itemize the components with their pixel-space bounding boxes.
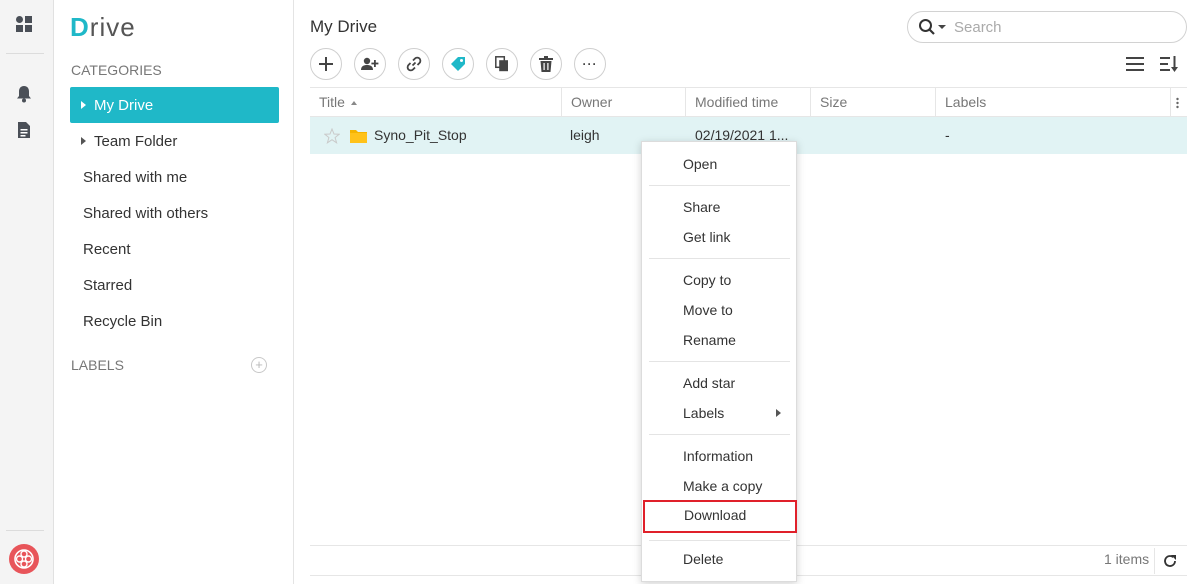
caret-right-icon — [81, 137, 86, 145]
sort-icon[interactable] — [1160, 55, 1178, 73]
menu-item-delete[interactable]: Delete — [642, 544, 796, 574]
row-owner: leigh — [570, 127, 600, 143]
sidebar-item-label: Recent — [83, 240, 131, 258]
search-input[interactable] — [954, 18, 1174, 36]
bell-icon[interactable] — [14, 84, 34, 104]
items-count: 1 items — [1104, 551, 1150, 567]
context-menu: Open Share Get link Copy to Move to Rena… — [641, 141, 797, 582]
menu-item-make-a-copy[interactable]: Make a copy — [642, 471, 796, 501]
menu-item-move-to[interactable]: Move to — [642, 295, 796, 325]
add-icon — [319, 57, 333, 71]
link-icon — [406, 56, 422, 72]
caret-right-icon — [81, 101, 86, 109]
user-avatar-icon[interactable] — [8, 543, 40, 575]
sidebar-item-my-drive[interactable]: My Drive — [70, 87, 279, 123]
menu-item-add-star[interactable]: Add star — [642, 368, 796, 398]
column-labels[interactable]: Labels — [936, 88, 1171, 117]
labels-heading: LABELS — [71, 357, 124, 373]
menu-item-rename[interactable]: Rename — [642, 325, 796, 355]
drive-logo: Drive — [70, 12, 136, 42]
more-icon[interactable]: ··· — [574, 48, 606, 80]
sidebar-item-team-folder[interactable]: Team Folder — [70, 123, 279, 159]
refresh-button[interactable] — [1154, 548, 1184, 574]
sidebar-item-label: Starred — [83, 276, 133, 294]
rail-divider-bottom — [6, 530, 44, 531]
row-labels: - — [945, 127, 950, 143]
column-options-icon[interactable] — [1176, 96, 1179, 110]
column-modified-time[interactable]: Modified time — [686, 88, 811, 117]
page-title: My Drive — [310, 17, 378, 36]
trash-icon — [539, 56, 553, 72]
menu-item-information[interactable]: Information — [642, 441, 796, 471]
sidebar: Drive CATEGORIES My Drive Team Folder Sh… — [54, 0, 294, 584]
sort-ascending-icon — [350, 101, 357, 106]
column-owner[interactable]: Owner — [562, 88, 686, 117]
label-button[interactable] — [442, 48, 474, 80]
sidebar-item-label: Recycle Bin — [83, 312, 163, 330]
menu-separator — [649, 540, 790, 541]
sidebar-item-label: Team Folder — [94, 132, 178, 150]
menu-item-get-link[interactable]: Get link — [642, 222, 796, 252]
apps-icon[interactable] — [14, 14, 34, 34]
sidebar-item-starred[interactable]: Starred — [70, 267, 279, 303]
menu-item-download[interactable]: Download — [643, 500, 797, 533]
menu-item-open[interactable]: Open — [642, 149, 796, 179]
file-table-header: Title Owner Modified time Size Labels — [310, 87, 1187, 117]
app-rail — [0, 0, 54, 584]
column-size[interactable]: Size — [811, 88, 936, 117]
create-button[interactable] — [310, 48, 342, 80]
sidebar-item-label: My Drive — [94, 96, 154, 114]
delete-button[interactable] — [530, 48, 562, 80]
chevron-down-icon[interactable] — [938, 25, 946, 29]
menu-separator — [649, 434, 790, 435]
column-title[interactable]: Title — [310, 88, 562, 117]
rail-divider — [6, 53, 44, 54]
sidebar-item-label: Shared with me — [83, 168, 188, 186]
sidebar-item-recent[interactable]: Recent — [70, 231, 279, 267]
row-title[interactable]: Syno_Pit_Stop — [374, 117, 467, 154]
get-link-button[interactable] — [398, 48, 430, 80]
refresh-icon — [1163, 555, 1176, 567]
sidebar-item-shared-with-me[interactable]: Shared with me — [70, 159, 279, 195]
list-view-icon[interactable] — [1126, 55, 1144, 73]
submenu-arrow-icon — [776, 409, 781, 417]
sidebar-item-label: Shared with others — [83, 204, 209, 222]
sidebar-item-shared-with-others[interactable]: Shared with others — [70, 195, 279, 231]
search-box[interactable] — [907, 11, 1187, 43]
menu-item-copy-to[interactable]: Copy to — [642, 265, 796, 295]
add-user-icon — [361, 57, 379, 70]
star-icon[interactable] — [323, 127, 341, 149]
menu-separator — [649, 185, 790, 186]
copy-icon — [495, 56, 508, 72]
menu-separator — [649, 258, 790, 259]
copy-button[interactable] — [486, 48, 518, 80]
tag-icon — [451, 57, 465, 71]
document-icon[interactable] — [14, 120, 34, 140]
menu-item-share[interactable]: Share — [642, 192, 796, 222]
sidebar-item-recycle-bin[interactable]: Recycle Bin — [70, 303, 279, 339]
menu-item-labels-text: Labels — [683, 405, 725, 421]
add-label-button[interactable]: + — [251, 357, 267, 373]
share-button[interactable] — [354, 48, 386, 80]
folder-icon — [350, 129, 367, 148]
menu-separator — [649, 361, 790, 362]
search-icon[interactable] — [918, 18, 936, 36]
categories-heading: CATEGORIES — [71, 62, 162, 78]
menu-item-labels[interactable]: Labels — [642, 398, 796, 428]
